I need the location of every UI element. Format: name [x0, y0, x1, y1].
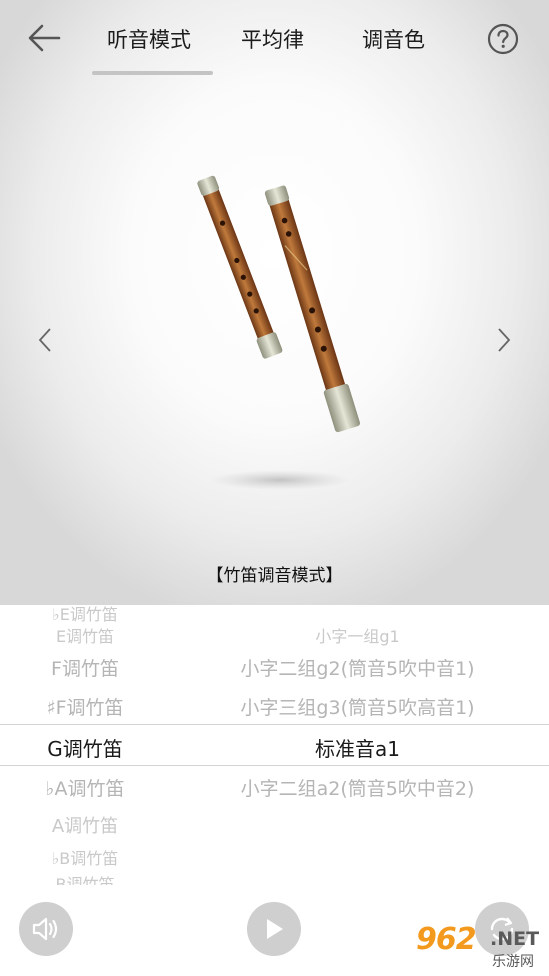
selection-line-top — [0, 724, 549, 725]
flute-key-label: G调竹笛 — [47, 736, 123, 761]
picker-row[interactable]: A调竹笛 — [0, 807, 549, 843]
flute-key-label: F调竹笛 — [51, 657, 119, 680]
speaker-icon — [32, 917, 58, 941]
pitch-label: 小字二组g2(筒音5吹中音1) — [240, 657, 475, 680]
watermark-number: 962 — [416, 922, 477, 957]
picker-row-selected[interactable]: G调竹笛 标准音a1 — [0, 729, 549, 765]
picker-row[interactable]: F调竹笛 小字二组g2(筒音5吹中音1) — [0, 649, 549, 685]
chevron-left-icon — [38, 328, 51, 352]
pitch-label: 标准音a1 — [315, 736, 400, 761]
watermark-text: 乐游网 — [492, 954, 534, 970]
tab-listen-mode[interactable]: 听音模式 — [107, 24, 191, 54]
tab-tone-color[interactable]: 调音色 — [362, 24, 425, 54]
question-mark-icon — [487, 23, 519, 55]
picker-row[interactable]: ♯F调竹笛 小字三组g3(筒音5吹高音1) — [0, 688, 549, 724]
back-button[interactable] — [22, 18, 66, 58]
flute-key-label: ♯F调竹笛 — [46, 696, 124, 719]
site-watermark: 962 .NET 乐游网 — [408, 918, 546, 972]
help-button[interactable] — [486, 22, 520, 56]
previous-instrument-button[interactable] — [30, 322, 60, 358]
next-instrument-button[interactable] — [489, 322, 519, 358]
tab-equal-temperament[interactable]: 平均律 — [241, 24, 304, 54]
picker-row[interactable]: E调竹笛 小字一组g1 — [0, 617, 549, 653]
flute-key-label: E调竹笛 — [55, 627, 115, 646]
sound-button[interactable] — [19, 902, 73, 956]
mode-title: 【竹笛调音模式】 — [206, 566, 343, 586]
chevron-right-icon — [498, 328, 511, 352]
play-icon — [267, 919, 283, 939]
pitch-label: 小字三组g3(筒音5吹高音1) — [240, 696, 475, 719]
active-tab-indicator — [92, 71, 213, 75]
watermark-suffix: .NET — [490, 928, 540, 950]
pitch-label: 小字一组g1 — [315, 627, 400, 646]
selection-line-bottom — [0, 765, 549, 766]
flute-key-label: ♭A调竹笛 — [45, 777, 125, 800]
arrow-left-icon — [28, 24, 61, 52]
picker-row[interactable]: ♭A调竹笛 小字二组a2(筒音5吹中音2) — [0, 769, 549, 805]
key-pitch-picker[interactable]: ♭E调竹笛 E调竹笛 小字一组g1 F调竹笛 小字二组g2(筒音5吹中音1) ♯… — [0, 605, 549, 885]
picker-row[interactable]: B调竹笛 — [0, 865, 549, 885]
bamboo-flute-image — [197, 175, 361, 490]
flute-key-label: A调竹笛 — [51, 816, 119, 837]
top-bar: 听音模式 平均律 调音色 — [0, 0, 549, 80]
flute-key-label: B调竹笛 — [55, 875, 115, 885]
play-button[interactable] — [247, 902, 301, 956]
pitch-label: 小字二组a2(筒音5吹中音2) — [240, 777, 475, 800]
